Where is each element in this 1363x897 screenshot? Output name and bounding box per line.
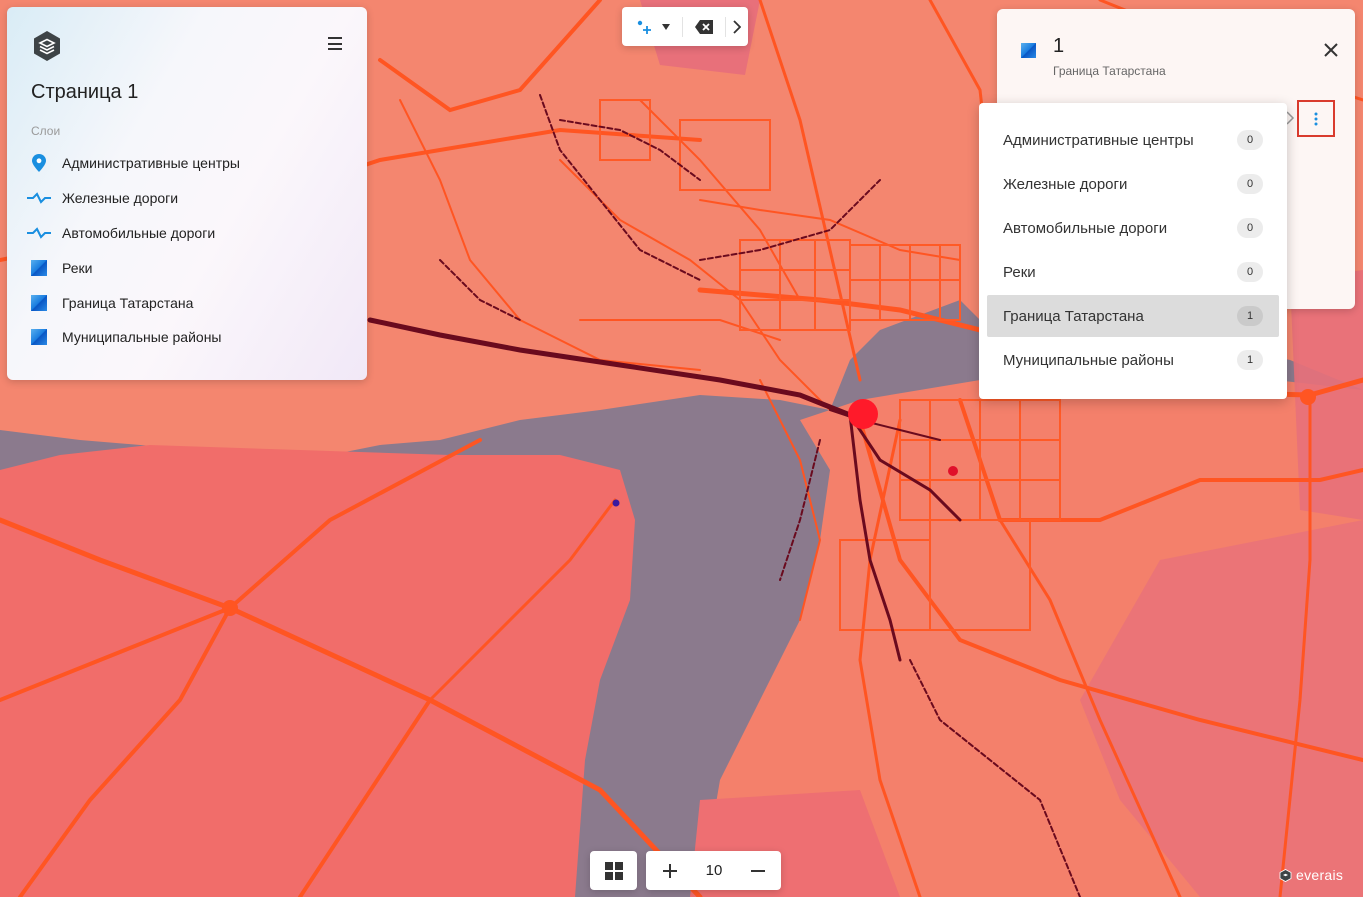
polyline-icon bbox=[27, 186, 51, 210]
feature-title: 1 bbox=[1053, 35, 1065, 57]
polygon-swatch-icon bbox=[27, 325, 51, 349]
dropdown-item-municipal-districts[interactable]: Муниципальные районы 1 bbox=[987, 339, 1279, 381]
brand-attribution[interactable]: everais bbox=[1279, 866, 1343, 884]
layer-item-municipal-districts[interactable]: Муниципальные районы bbox=[27, 322, 221, 352]
more-options-button[interactable] bbox=[1297, 100, 1335, 137]
dropdown-item-label: Железные дороги bbox=[1003, 175, 1128, 193]
layer-item-railways[interactable]: Железные дороги bbox=[27, 183, 178, 213]
count-badge: 0 bbox=[1237, 262, 1263, 282]
count-badge: 1 bbox=[1237, 306, 1263, 326]
polygon-swatch-icon bbox=[1021, 43, 1036, 58]
land-southwest bbox=[0, 445, 635, 897]
chevron-right-icon[interactable] bbox=[728, 7, 746, 46]
hamburger-menu-icon[interactable] bbox=[325, 37, 345, 55]
admin-center-marker[interactable] bbox=[848, 399, 878, 429]
layer-item-tatarstan-border[interactable]: Граница Татарстана bbox=[27, 288, 193, 318]
count-badge: 0 bbox=[1237, 174, 1263, 194]
brand-name: everais bbox=[1296, 867, 1344, 883]
dropdown-item-label: Муниципальные районы bbox=[1003, 351, 1174, 369]
dropdown-arrow-icon[interactable] bbox=[658, 7, 674, 46]
minus-icon bbox=[751, 870, 765, 872]
dropdown-item-label: Административные центры bbox=[1003, 131, 1194, 149]
polygon-swatch-icon bbox=[27, 291, 51, 315]
toolbar-divider bbox=[682, 17, 683, 37]
zoom-level: 10 bbox=[705, 862, 723, 879]
layer-item-admin-centers[interactable]: Административные центры bbox=[27, 148, 240, 178]
admin-center-marker-small[interactable] bbox=[948, 466, 958, 476]
zoom-control: 10 bbox=[646, 851, 781, 890]
close-icon[interactable] bbox=[1323, 42, 1339, 58]
toolbar-divider bbox=[725, 17, 726, 37]
dropdown-item-rivers[interactable]: Реки 0 bbox=[987, 251, 1279, 293]
layer-item-roads[interactable]: Автомобильные дороги bbox=[27, 218, 215, 248]
grid-icon bbox=[604, 861, 623, 880]
layer-label: Административные центры bbox=[62, 155, 240, 171]
brand-logo-icon bbox=[1279, 868, 1292, 882]
backspace-icon[interactable] bbox=[690, 7, 718, 46]
polyline-icon bbox=[27, 221, 51, 245]
dropdown-item-railways[interactable]: Железные дороги 0 bbox=[987, 163, 1279, 205]
dropdown-item-admin-centers[interactable]: Административные центры 0 bbox=[987, 119, 1279, 161]
admin-center-marker-blue[interactable] bbox=[612, 499, 620, 507]
zoom-out-button[interactable] bbox=[746, 859, 770, 883]
layer-select-dropdown: Административные центры 0 Железные дорог… bbox=[979, 103, 1287, 399]
dropdown-item-tatarstan-border[interactable]: Граница Татарстана 1 bbox=[987, 295, 1279, 337]
add-point-icon[interactable] bbox=[630, 7, 658, 46]
more-vertical-icon bbox=[1314, 112, 1318, 125]
road-junction-east bbox=[1300, 389, 1316, 405]
map-pin-icon bbox=[27, 151, 51, 175]
layer-label: Муниципальные районы bbox=[62, 329, 222, 345]
dropdown-item-label: Автомобильные дороги bbox=[1003, 219, 1168, 237]
layers-caption: Слои bbox=[31, 124, 61, 138]
count-badge: 0 bbox=[1237, 130, 1263, 150]
count-badge: 0 bbox=[1237, 218, 1263, 238]
zoom-in-button[interactable] bbox=[658, 859, 682, 883]
dropdown-item-roads[interactable]: Автомобильные дороги 0 bbox=[987, 207, 1279, 249]
layer-label: Граница Татарстана bbox=[62, 295, 194, 311]
drawing-toolbar bbox=[622, 7, 748, 46]
layer-label: Реки bbox=[62, 260, 93, 276]
dropdown-item-label: Граница Татарстана bbox=[1003, 307, 1144, 325]
layers-panel: Страница 1 Слои Административные центры … bbox=[7, 7, 367, 380]
page-title: Страница 1 bbox=[31, 81, 139, 103]
app-logo-icon[interactable] bbox=[31, 30, 63, 62]
dropdown-item-label: Реки bbox=[1003, 263, 1036, 281]
plus-icon bbox=[663, 864, 677, 878]
polygon-swatch-icon bbox=[27, 256, 51, 280]
grid-view-button[interactable] bbox=[590, 851, 637, 890]
layer-label: Железные дороги bbox=[62, 190, 179, 206]
layer-item-rivers[interactable]: Реки bbox=[27, 253, 92, 283]
feature-layer-name: Граница Татарстана bbox=[1053, 64, 1166, 78]
road-junction bbox=[222, 600, 238, 616]
count-badge: 1 bbox=[1237, 350, 1263, 370]
layer-label: Автомобильные дороги bbox=[62, 225, 216, 241]
